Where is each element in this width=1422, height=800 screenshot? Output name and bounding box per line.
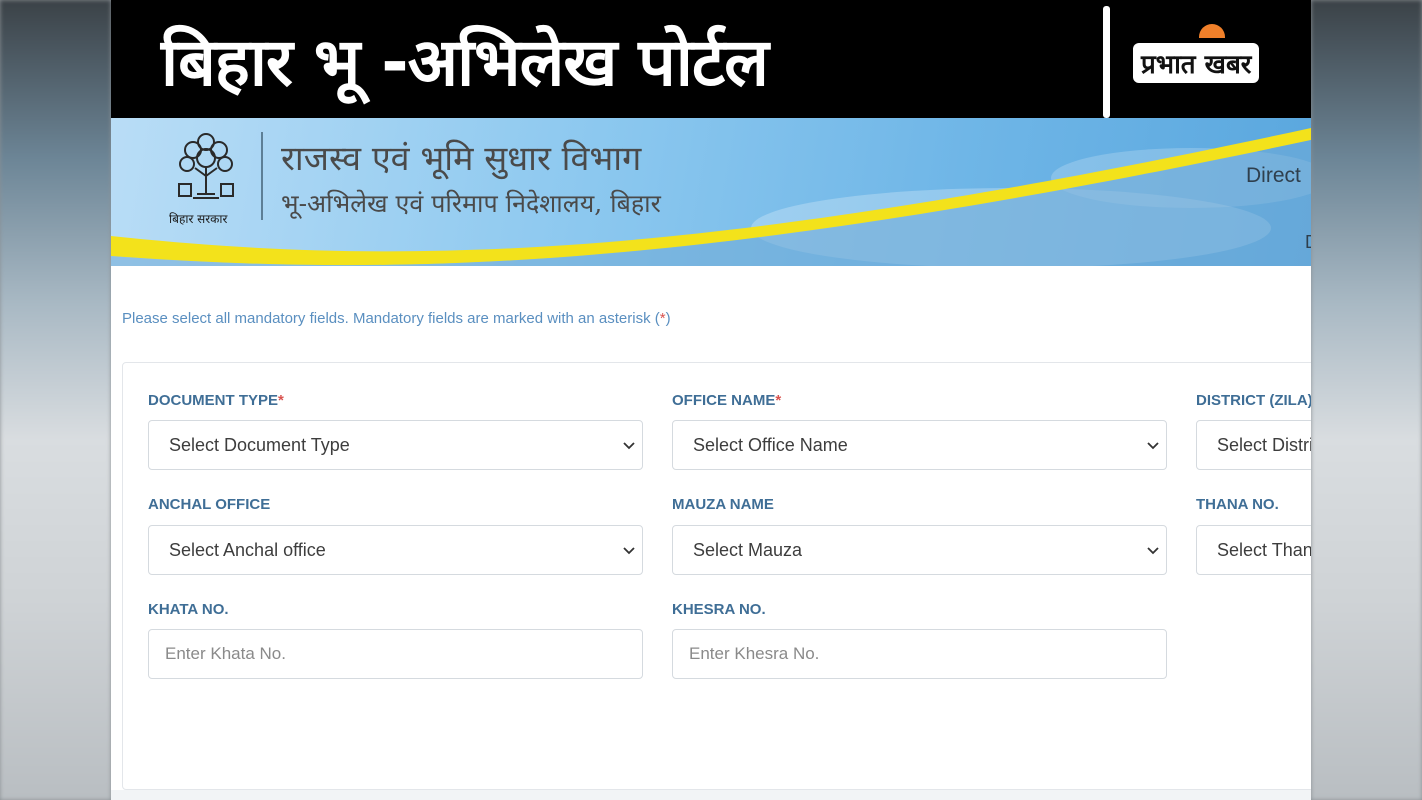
chevron-down-icon [1147,442,1159,450]
mandatory-notice-end: ) [665,310,671,327]
document-type-select[interactable]: Select Document Type [148,420,643,470]
mauza-name-value: Select Mauza [693,539,803,560]
office-name-select[interactable]: Select Office Name [672,420,1167,470]
district-value: Select District [1217,434,1311,455]
mandatory-notice: Please select all mandatory fields. Mand… [122,310,671,327]
chevron-down-icon [623,442,635,450]
office-name-label-text: OFFICE NAME [672,392,776,409]
khata-no-label-text: KHATA NO. [148,601,229,618]
page-footer-strip [111,790,1311,800]
document-type-value: Select Document Type [169,434,350,455]
search-form: DOCUMENT TYPE* Select Document Type OFFI… [122,362,1311,790]
khesra-no-label-text: KHESRA NO. [672,601,766,618]
district-label: DISTRICT (ZILA) [1196,392,1311,409]
khesra-no-placeholder: Enter Khesra No. [689,644,820,663]
headline-title: बिहार भू -अभिलेख पोर्टल [161,24,769,101]
khesra-no-label: KHESRA NO. [672,601,766,618]
department-banner: बिहार सरकार राजस्व एवं भूमि सुधार विभाग … [111,118,1311,266]
anchal-office-value: Select Anchal office [169,539,326,560]
anchal-office-label: ANCHAL OFFICE [148,496,270,513]
chevron-down-icon [1147,547,1159,555]
office-name-value: Select Office Name [693,434,848,455]
required-asterisk: * [775,392,782,409]
anchal-office-select[interactable]: Select Anchal office [148,525,643,575]
directorate-name: भू-अभिलेख एवं परिमाप निदेशालय, बिहार [281,189,661,218]
background-blur-right [1311,0,1422,800]
khesra-no-input[interactable]: Enter Khesra No. [672,629,1167,679]
banner-right-text: Direct [1246,164,1301,187]
emblem-caption: बिहार सरकार [169,212,228,226]
headline-bar: बिहार भू -अभिलेख पोर्टल प्रभात खबर [111,0,1311,118]
thana-no-label-text: THANA NO. [1196,496,1279,513]
khata-no-placeholder: Enter Khata No. [165,644,286,663]
chevron-down-icon [623,547,635,555]
khata-no-input[interactable]: Enter Khata No. [148,629,643,679]
banner-separator [261,132,263,220]
document-type-label-text: DOCUMENT TYPE [148,392,279,409]
headline-divider [1103,6,1110,118]
thana-no-value: Select Thana [1217,539,1311,560]
thana-no-select[interactable]: Select Thana [1196,525,1311,575]
brand-logo: प्रभात खबर [1133,24,1260,86]
brand-logo-text: प्रभात खबर [1133,43,1260,83]
mandatory-notice-text: Please select all mandatory fields. Mand… [122,310,660,327]
banner-right-text-2: D [1305,232,1311,253]
portal-frame: बिहार भू -अभिलेख पोर्टल प्रभात खबर बिहार… [111,0,1311,800]
mauza-name-select[interactable]: Select Mauza [672,525,1167,575]
thana-no-label: THANA NO. [1196,496,1279,513]
background-blur-left [0,0,111,800]
required-asterisk: * [278,392,284,409]
sun-icon [1199,24,1226,38]
district-label-text: DISTRICT (ZILA) [1196,392,1311,409]
document-type-label: DOCUMENT TYPE* [148,392,284,409]
anchal-office-label-text: ANCHAL OFFICE [148,496,271,513]
district-select[interactable]: Select District [1196,420,1311,470]
mauza-name-label: MAUZA NAME [672,496,774,513]
mauza-name-label-text: MAUZA NAME [672,496,774,513]
office-name-label: OFFICE NAME* [672,392,781,409]
department-name: राजस्व एवं भूमि सुधार विभाग [281,139,642,179]
khata-no-label: KHATA NO. [148,601,229,618]
